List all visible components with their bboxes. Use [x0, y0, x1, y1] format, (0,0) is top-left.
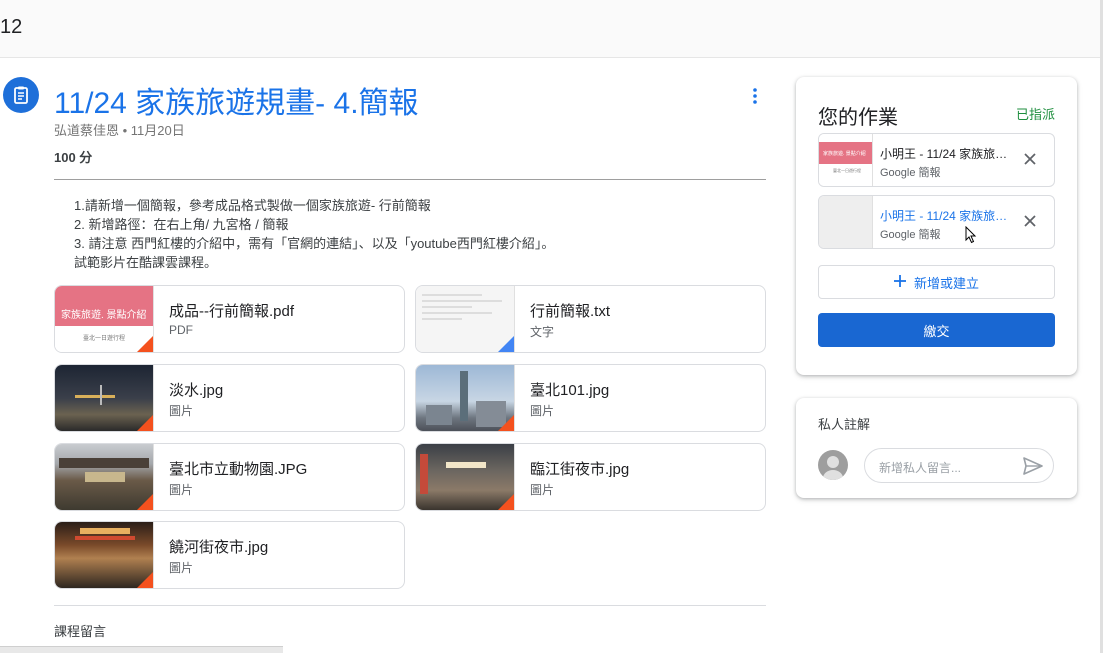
image-badge-icon — [498, 415, 514, 431]
attachment-type: PDF — [169, 323, 193, 337]
doc-badge-icon — [498, 336, 514, 352]
attachment-name: 成品--行前簡報.pdf — [169, 303, 295, 320]
attachment-type: 圖片 — [169, 561, 194, 575]
thumbnail-subtitle: 臺北一日遊行程 — [83, 336, 126, 342]
image-thumbnail — [55, 444, 154, 510]
attachment-card[interactable]: 家族旅遊. 景點介紹 臺北一日遊行程 成品--行前簡報.pdf PDF — [54, 285, 405, 353]
thumbnail-title: 家族旅遊. 景點介紹 — [823, 151, 866, 157]
slides-thumbnail: 家族旅遊. 景點介紹 臺北一日遊行程 — [819, 134, 873, 186]
image-thumbnail — [55, 365, 154, 431]
image-badge-icon — [498, 494, 514, 510]
instruction-line: 3. 請注意 西門紅樓的介紹中，需有「官網的連結」、以及「youtube西門紅樓… — [74, 236, 555, 251]
attachment-card[interactable]: 臺北市立動物園.JPG 圖片 — [54, 443, 405, 511]
horizontal-scrollbar[interactable] — [0, 646, 283, 653]
image-badge-icon — [137, 494, 153, 510]
remove-attachment-close-icon[interactable] — [1022, 213, 1038, 229]
thumbnail-subtitle: 臺北一日遊行程 — [833, 168, 861, 173]
submission-item[interactable]: 小明王 - 11/24 家族旅遊規畫- 4.簡報 Google 簡報 — [818, 195, 1055, 249]
attachment-card[interactable]: 臺北101.jpg 圖片 — [415, 364, 766, 432]
add-or-create-button[interactable]: 新增或建立 — [818, 265, 1055, 299]
attachment-name: 淡水.jpg — [169, 382, 224, 399]
submission-type: Google 簡報 — [880, 167, 941, 179]
image-thumbnail — [416, 444, 515, 510]
slides-thumbnail — [819, 196, 873, 248]
instruction-line: 1.請新增一個簡報，參考成品格式製做一個家族旅遊- 行前簡報 — [74, 198, 431, 213]
attachment-name: 行前簡報.txt — [530, 303, 611, 320]
attachment-type: 圖片 — [169, 404, 194, 418]
attachment-type: 文字 — [530, 325, 555, 339]
submission-type: Google 簡報 — [880, 229, 941, 241]
assignment-title: 11/24 家族旅遊規畫- 4.簡報 — [54, 87, 419, 120]
submission-name: 小明王 - 11/24 家族旅遊規畫- 4.簡報 — [880, 209, 1008, 223]
attachment-card[interactable]: 饒河街夜市.jpg 圖片 — [54, 521, 405, 589]
assignment-icon — [3, 77, 39, 113]
image-badge-icon — [137, 572, 153, 588]
assignment-points: 100 分 — [54, 150, 93, 165]
assignment-instructions: 1.請新增一個簡報，參考成品格式製做一個家族旅遊- 行前簡報 2. 新增路徑：在… — [74, 196, 554, 272]
top-bar: 12 — [0, 0, 1103, 58]
text-file-thumbnail — [416, 286, 515, 352]
your-work-card: 您的作業 已指派 家族旅遊. 景點介紹 臺北一日遊行程 小明王 - 11/24 … — [796, 77, 1077, 375]
private-comments-title: 私人註解 — [818, 417, 871, 432]
thumbnail-title: 家族旅遊. 景點介紹 — [61, 310, 147, 321]
pdf-thumbnail: 家族旅遊. 景點介紹 臺北一日遊行程 — [55, 286, 154, 352]
image-thumbnail — [416, 365, 515, 431]
remove-attachment-close-icon[interactable] — [1022, 151, 1038, 167]
attachment-card[interactable]: 行前簡報.txt 文字 — [415, 285, 766, 353]
instruction-line: 2. 新增路徑：在右上角/ 九宮格 / 簡報 — [74, 217, 289, 232]
add-or-create-label: 新增或建立 — [913, 275, 979, 291]
image-thumbnail — [55, 522, 154, 588]
class-comments-label[interactable]: 課程留言 — [54, 621, 106, 640]
mouse-cursor-icon — [965, 225, 977, 244]
attachment-name: 臨江街夜市.jpg — [530, 461, 630, 478]
assignment-meta: 弘道蔡佳恩 • 11月20日 — [54, 123, 185, 138]
instruction-line: 試範影片在酷課雲課程。 — [74, 255, 218, 270]
comments-divider — [54, 605, 766, 606]
pdf-badge-icon — [137, 336, 153, 352]
submit-button[interactable]: 繳交 — [818, 313, 1055, 347]
top-bar-partial-text: 12 — [0, 16, 23, 38]
private-comments-card: 私人註解 新增私人留言... — [796, 398, 1077, 498]
header-divider — [54, 179, 766, 180]
private-comment-placeholder: 新增私人留言... — [879, 461, 962, 475]
status-badge: 已指派 — [1015, 107, 1055, 122]
private-comment-input[interactable]: 新增私人留言... — [864, 448, 1054, 483]
attachment-type: 圖片 — [530, 483, 555, 497]
submission-item[interactable]: 家族旅遊. 景點介紹 臺北一日遊行程 小明王 - 11/24 家族旅遊規畫- 4… — [818, 133, 1055, 187]
submission-name: 小明王 - 11/24 家族旅遊規畫- 4.簡報 — [880, 147, 1008, 161]
attachment-name: 臺北市立動物園.JPG — [169, 461, 308, 478]
plus-icon — [893, 274, 906, 290]
attachment-name: 臺北101.jpg — [530, 382, 610, 399]
attachment-type: 圖片 — [169, 483, 194, 497]
image-badge-icon — [137, 415, 153, 431]
your-work-title: 您的作業 — [818, 107, 898, 129]
attachment-type: 圖片 — [530, 404, 555, 418]
more-options-icon[interactable] — [745, 84, 765, 108]
send-icon[interactable] — [1023, 457, 1043, 475]
attachment-name: 饒河街夜市.jpg — [169, 539, 269, 556]
attachment-card[interactable]: 臨江街夜市.jpg 圖片 — [415, 443, 766, 511]
attachment-card[interactable]: 淡水.jpg 圖片 — [54, 364, 405, 432]
avatar — [818, 450, 848, 480]
